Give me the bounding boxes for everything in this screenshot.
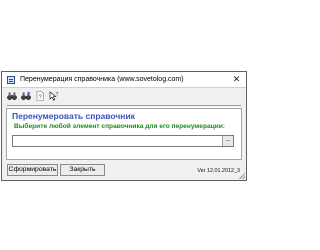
help-page-icon[interactable]: ? [35, 91, 45, 101]
toolbar: ? ? [7, 91, 59, 103]
window-title: Перенумерация справочника (www.sovetolog… [20, 76, 184, 83]
resize-grip[interactable] [239, 173, 245, 179]
content-panel: Перенумеровать справочник Выберите любой… [6, 108, 242, 160]
panel-heading: Перенумеровать справочник [12, 111, 135, 121]
instruction-label: Выберите любой элемент справочника для е… [14, 123, 225, 130]
version-label: Ver 12.01.2012_3 [197, 168, 240, 174]
catalog-element-input[interactable] [13, 143, 225, 153]
app-form-icon [7, 76, 15, 84]
svg-text:?: ? [56, 92, 59, 98]
browse-button[interactable]: ... [222, 136, 233, 146]
binoculars-find-next-icon[interactable] [21, 91, 31, 101]
close-window-button[interactable]: ✕ [232, 75, 241, 84]
binoculars-find-icon[interactable] [7, 91, 17, 101]
catalog-element-field[interactable]: ... [12, 135, 234, 153]
close-button[interactable]: Закрыть [60, 164, 105, 176]
pointer-help-icon[interactable]: ? [49, 91, 59, 101]
title-bar[interactable]: Перенумерация справочника (www.sovetolog… [2, 72, 246, 88]
form-button[interactable]: Сформировать [7, 164, 58, 176]
renumber-dialog-window: Перенумерация справочника (www.sovetolog… [1, 71, 247, 181]
